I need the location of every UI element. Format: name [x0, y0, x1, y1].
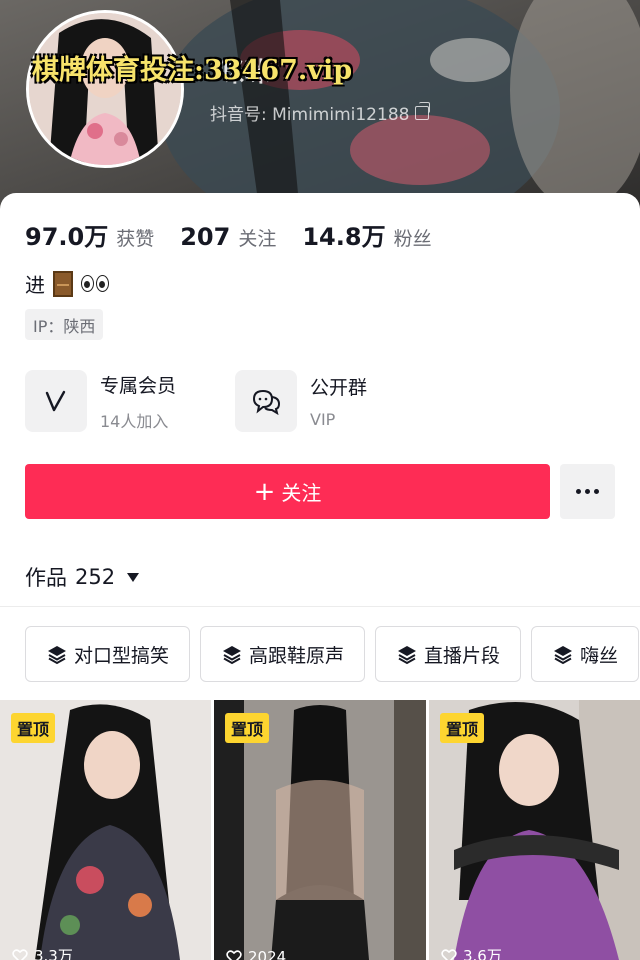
- video-tile[interactable]: 置顶 2024: [214, 700, 426, 960]
- stat-likes[interactable]: 97.0万 获赞: [25, 217, 154, 252]
- pinned-badge: 置顶: [440, 713, 485, 743]
- profile-card: 97.0万 获赞 207 关注 14.8万 粉丝 进 IP：陕西 专属会员 14…: [0, 193, 640, 960]
- stat-followers-value: 14.8万: [302, 223, 386, 251]
- more-button[interactable]: [560, 464, 615, 519]
- collection-chip[interactable]: 对口型搞笑: [25, 626, 191, 682]
- copy-icon[interactable]: [415, 101, 431, 120]
- pinned-badge: 置顶: [225, 713, 270, 743]
- video-grid: 置顶 3.3万 置顶 2024 置顶 3.6万: [0, 700, 640, 960]
- video-likes: 2024: [226, 948, 286, 960]
- more-dots-icon: [576, 489, 599, 494]
- stat-following-value: 207: [180, 223, 231, 251]
- group-sub: VIP: [310, 410, 336, 429]
- heart-icon: [441, 948, 457, 960]
- douyin-id[interactable]: 抖音号: Mimimimi12188: [210, 100, 431, 125]
- video-likes: 3.6万: [441, 945, 502, 960]
- stat-likes-value: 97.0万: [25, 223, 109, 251]
- likes-count: 3.3万: [34, 947, 73, 960]
- exclusive-membership[interactable]: 专属会员 14人加入: [25, 370, 176, 432]
- membership-title: 专属会员: [100, 374, 177, 397]
- collection-label: 嗨丝: [580, 644, 619, 667]
- stack-icon: [48, 646, 66, 665]
- chat-group-icon: [235, 370, 297, 432]
- avatar-image: [29, 13, 181, 165]
- avatar[interactable]: [26, 10, 184, 168]
- membership-count: 14人加入: [100, 411, 169, 431]
- watermark: 棋牌体育投注:33467.vip: [32, 55, 353, 86]
- collection-label: 高跟鞋原声: [249, 644, 345, 667]
- stack-icon: [223, 646, 242, 665]
- plus-icon: +: [253, 476, 276, 507]
- douyin-id-text: 抖音号: Mimimimi12188: [210, 105, 410, 125]
- ip-location-tag: IP：陕西: [25, 309, 104, 340]
- divider: [0, 606, 640, 607]
- video-tile[interactable]: 置顶 3.6万: [429, 700, 640, 960]
- stat-likes-label: 获赞: [116, 228, 155, 250]
- tab-works[interactable]: 作品 252: [25, 562, 140, 592]
- stack-icon: [554, 646, 573, 665]
- heart-icon: [226, 950, 242, 960]
- follow-button[interactable]: + 关注: [25, 464, 550, 519]
- door-icon: [53, 270, 73, 297]
- follow-label: 关注: [281, 481, 322, 505]
- bio: 进: [25, 269, 109, 298]
- vip-v-icon: [25, 370, 87, 432]
- collection-chip[interactable]: 嗨丝: [531, 626, 640, 682]
- heart-icon: [12, 948, 28, 960]
- eyes-icon: [81, 275, 109, 292]
- likes-count: 2024: [248, 948, 287, 960]
- caret-down-icon: [127, 572, 140, 582]
- works-count: 252: [75, 565, 116, 589]
- stat-following[interactable]: 207 关注: [180, 223, 276, 251]
- works-label: 作品: [25, 566, 67, 590]
- stats-row: 97.0万 获赞 207 关注 14.8万 粉丝: [25, 217, 458, 252]
- collection-chip[interactable]: 高跟鞋原声: [200, 626, 366, 682]
- collection-label: 直播片段: [424, 644, 501, 667]
- bio-text: 进: [25, 273, 45, 297]
- public-group[interactable]: 公开群 VIP: [235, 370, 367, 432]
- collection-chips: 对口型搞笑 高跟鞋原声 直播片段 嗨丝: [25, 626, 640, 682]
- pinned-badge: 置顶: [11, 713, 56, 743]
- collection-chip[interactable]: 直播片段: [375, 626, 522, 682]
- collection-label: 对口型搞笑: [74, 644, 170, 667]
- stat-followers[interactable]: 14.8万 粉丝: [302, 217, 431, 252]
- video-likes: 3.3万: [12, 945, 73, 960]
- likes-count: 3.6万: [463, 947, 502, 960]
- group-title: 公开群: [310, 377, 368, 399]
- stack-icon: [398, 646, 417, 665]
- stat-following-label: 关注: [238, 228, 277, 250]
- stat-followers-label: 粉丝: [393, 228, 432, 250]
- video-tile[interactable]: 置顶 3.3万: [0, 700, 211, 960]
